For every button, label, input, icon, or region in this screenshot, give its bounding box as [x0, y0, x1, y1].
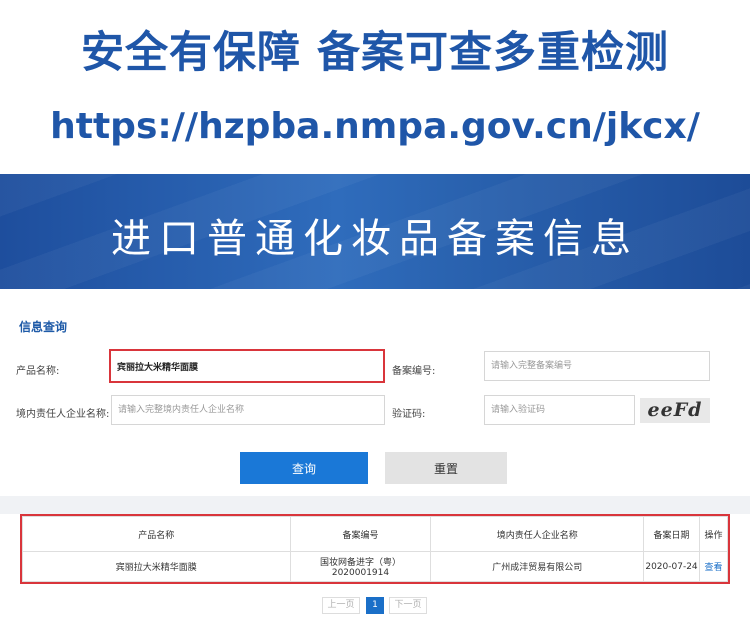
- captcha-image[interactable]: eeFd: [640, 398, 710, 423]
- cell-company: 广州成沣贸易有限公司: [430, 551, 645, 582]
- company-input[interactable]: [111, 395, 385, 425]
- cell-action: 查看: [699, 551, 728, 582]
- product-name-input[interactable]: [109, 349, 385, 383]
- page-1-button[interactable]: 1: [366, 597, 384, 614]
- column-header-date: 备案日期: [643, 516, 700, 552]
- section-divider: [0, 496, 750, 514]
- product-name-label: 产品名称:: [16, 366, 60, 377]
- banner-title: 进口普通化妆品备案信息: [111, 216, 639, 262]
- record-no-label: 备案编号:: [392, 366, 436, 377]
- table-header-row: 产品名称 备案编号 境内责任人企业名称 备案日期 操作: [22, 516, 728, 552]
- record-no-input[interactable]: [484, 351, 710, 381]
- column-header-record-no: 备案编号: [289, 516, 432, 552]
- search-button[interactable]: 查询: [240, 452, 368, 484]
- cell-date: 2020-07-24: [643, 551, 700, 582]
- promo-url: https://hzpba.nmpa.gov.cn/jkcx/: [50, 106, 700, 147]
- next-page-button[interactable]: 下一页: [389, 597, 427, 614]
- view-link[interactable]: 查看: [704, 563, 722, 573]
- captcha-input[interactable]: [484, 395, 635, 425]
- cell-record-no: 国妆网备进字（粤）2020001914: [289, 551, 432, 582]
- cell-product-name: 宾丽拉大米精华面膜: [22, 551, 291, 582]
- banner: 进口普通化妆品备案信息: [0, 174, 750, 289]
- column-header-product-name: 产品名称: [22, 516, 291, 552]
- prev-page-button[interactable]: 上一页: [322, 597, 360, 614]
- query-section-title: 信息查询: [19, 320, 68, 334]
- company-label: 境内责任人企业名称:: [16, 409, 110, 420]
- captcha-label: 验证码:: [392, 409, 426, 420]
- results-table: 产品名称 备案编号 境内责任人企业名称 备案日期 操作 宾丽拉大米精华面膜 国妆…: [20, 514, 730, 584]
- column-header-action: 操作: [699, 516, 728, 552]
- column-header-company: 境内责任人企业名称: [430, 516, 645, 552]
- reset-button[interactable]: 重置: [385, 452, 507, 484]
- promo-headline: 安全有保障 备案可查多重检测: [81, 28, 669, 78]
- table-row: 宾丽拉大米精华面膜 国妆网备进字（粤）2020001914 广州成沣贸易有限公司…: [22, 551, 728, 582]
